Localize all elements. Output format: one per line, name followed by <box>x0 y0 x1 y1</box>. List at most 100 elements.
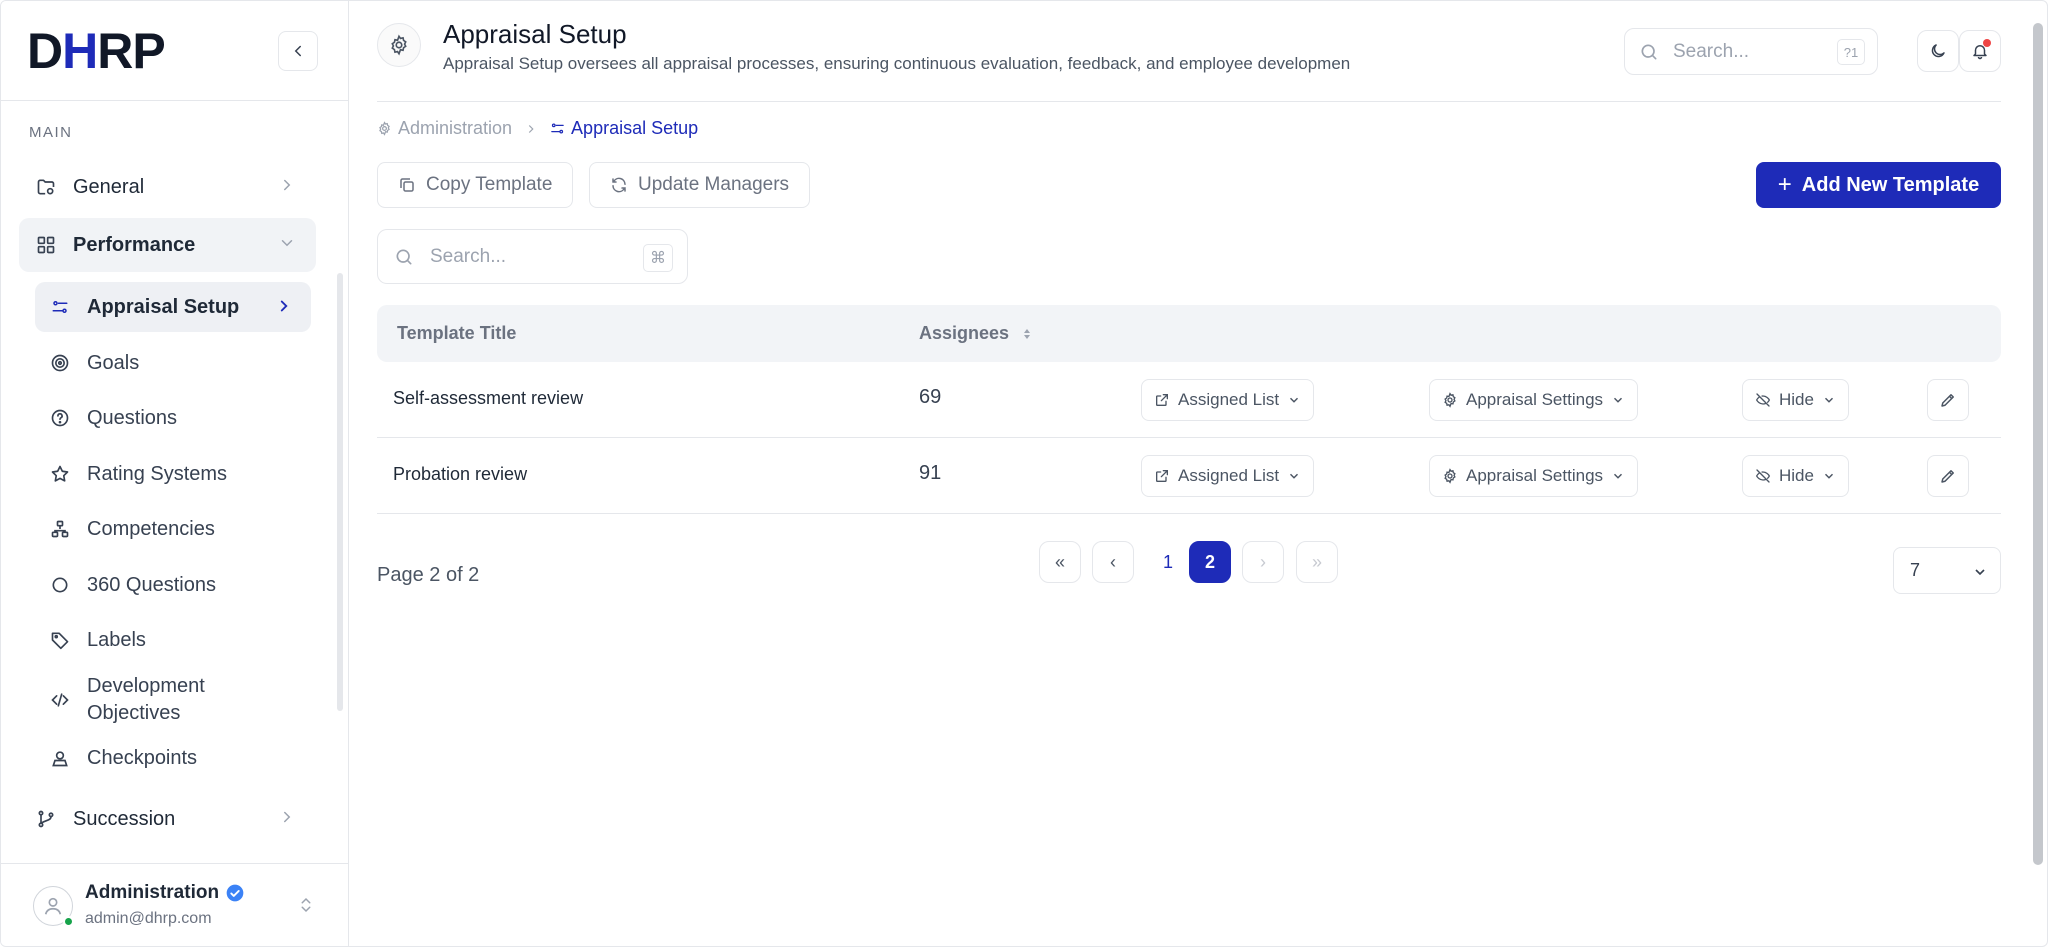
sidebar-item-goals[interactable]: Goals <box>35 338 311 388</box>
sidebar-item-succession[interactable]: Succession <box>19 792 316 846</box>
eye-off-icon <box>1755 469 1771 483</box>
sidebar: DHRP MAIN General Performance Appraisal … <box>1 1 349 946</box>
network-icon <box>49 518 71 540</box>
help-circle-icon <box>49 407 71 429</box>
add-new-template-button[interactable]: + Add New Template <box>1756 162 2001 208</box>
edit-button[interactable] <box>1927 455 1969 497</box>
sidebar-item-general[interactable]: General <box>19 160 316 214</box>
sidebar-item-label: Appraisal Setup <box>87 295 240 318</box>
user-name: Administration <box>85 882 245 904</box>
edit-button[interactable] <box>1927 379 1969 421</box>
user-name-text: Administration <box>85 882 220 903</box>
sidebar-header: DHRP <box>1 1 348 101</box>
user-pin-icon <box>49 747 71 769</box>
settings-icon <box>377 23 421 67</box>
sidebar-scrollbar[interactable] <box>337 273 343 711</box>
update-managers-label: Update Managers <box>638 174 790 195</box>
assigned-list-dropdown[interactable]: Assigned List <box>1141 455 1315 497</box>
breadcrumb-item-current: Appraisal Setup <box>550 118 698 139</box>
chevron-right-icon <box>528 124 534 133</box>
page-size-value: 7 <box>1910 560 1921 580</box>
gear-icon <box>1444 392 1456 408</box>
table-header: Template Title Assignees <box>377 305 2001 362</box>
pagination-info: Page 2 of 2 <box>377 564 480 586</box>
page-1-button[interactable]: 1 <box>1147 541 1189 583</box>
template-title-cell: Self-assessment review <box>393 388 584 408</box>
sidebar-item-label-line2: Objectives <box>87 702 181 724</box>
next-page-button[interactable]: › <box>1242 541 1284 583</box>
brand-logo[interactable]: DHRP <box>27 23 166 79</box>
user-email: admin@dhrp.com <box>85 910 212 927</box>
chevrons-up-down-icon[interactable] <box>297 894 315 916</box>
theme-toggle-button[interactable] <box>1917 30 1959 72</box>
sidebar-item-360-questions[interactable]: 360 Questions <box>35 560 311 610</box>
last-page-button[interactable]: » <box>1296 541 1338 583</box>
appraisal-settings-dropdown[interactable]: Appraisal Settings <box>1429 379 1639 421</box>
copy-template-button[interactable]: Copy Template <box>377 162 574 208</box>
page-2-button[interactable]: 2 <box>1189 541 1231 583</box>
sidebar-item-label: Labels <box>87 628 146 651</box>
main-scrollbar[interactable] <box>2033 23 2043 865</box>
sidebar-item-appraisal-setup[interactable]: Appraisal Setup <box>35 282 311 332</box>
collapse-sidebar-button[interactable] <box>278 31 318 71</box>
chevron-down-icon <box>1614 397 1623 403</box>
update-managers-button[interactable]: Update Managers <box>589 162 811 208</box>
sidebar-item-label: Performance <box>73 233 196 256</box>
appraisal-settings-label: Appraisal Settings <box>1466 466 1604 485</box>
table-search-input[interactable]: Search... ⌘ <box>377 229 688 284</box>
sidebar-item-performance[interactable]: Performance <box>19 218 316 272</box>
visibility-dropdown[interactable]: Hide <box>1742 379 1849 421</box>
sidebar-item-labels[interactable]: Labels <box>35 615 311 665</box>
sidebar-item-competencies[interactable]: Competencies <box>35 504 311 554</box>
appraisal-settings-dropdown[interactable]: Appraisal Settings <box>1429 455 1639 497</box>
tag-icon <box>49 629 71 651</box>
column-header-label: Assignees <box>919 323 1010 343</box>
table-row: Probation review 91 Assigned List Apprai… <box>377 438 2001 514</box>
assigned-list-dropdown[interactable]: Assigned List <box>1141 379 1315 421</box>
first-page-button[interactable]: « <box>1039 541 1081 583</box>
sidebar-item-label: Development Objectives <box>87 673 205 727</box>
logo-letter-d: D <box>27 23 63 79</box>
pencil-icon <box>1941 394 1954 407</box>
notifications-button[interactable] <box>1959 30 2001 72</box>
refresh-icon <box>612 177 626 193</box>
chevron-down-icon <box>1290 397 1299 403</box>
visibility-label: Hide <box>1779 466 1814 485</box>
pencil-icon <box>1941 470 1954 483</box>
search-icon <box>1641 44 1657 60</box>
logo-letter-h: H <box>62 23 98 79</box>
breadcrumb-item-administration[interactable]: Administration <box>377 118 512 139</box>
sidebar-item-label: Rating Systems <box>87 462 228 485</box>
search-placeholder: Search... <box>430 245 507 267</box>
sliders-icon <box>551 123 564 134</box>
chevron-down-icon <box>1290 473 1299 479</box>
chevron-right-icon <box>284 811 291 823</box>
code-icon <box>49 689 71 711</box>
page-header: Appraisal Setup Appraisal Setup oversees… <box>377 1 2001 102</box>
chevron-down-icon <box>281 240 293 247</box>
chevron-down-icon <box>1824 397 1833 403</box>
verified-badge-icon <box>226 884 244 902</box>
add-template-label: Add New Template <box>1801 173 1980 196</box>
grid-icon <box>35 234 57 256</box>
column-header-template-title: Template Title <box>397 323 517 343</box>
assignees-count-cell: 69 <box>919 386 942 408</box>
copy-icon <box>400 178 414 192</box>
page-size-select[interactable]: 7 <box>1893 547 2001 594</box>
git-branch-icon <box>35 808 57 830</box>
previous-page-button[interactable]: ‹ <box>1092 541 1134 583</box>
assignees-count-cell: 91 <box>919 462 942 484</box>
sidebar-item-checkpoints[interactable]: Checkpoints <box>35 733 311 783</box>
user-profile[interactable]: Administration admin@dhrp.com <box>1 863 348 946</box>
moon-icon <box>1931 44 1945 58</box>
visibility-dropdown[interactable]: Hide <box>1742 455 1849 497</box>
sidebar-item-development-objectives[interactable]: Development Objectives <box>35 669 311 731</box>
plus-icon: + <box>1777 171 1792 198</box>
column-header-assignees[interactable]: Assignees <box>919 323 1032 344</box>
sidebar-item-label: Checkpoints <box>87 746 198 769</box>
global-search-input[interactable]: Search... ?1 <box>1624 28 1878 75</box>
sidebar-item-label: Competencies <box>87 517 215 540</box>
sidebar-item-questions[interactable]: Questions <box>35 393 311 443</box>
chevron-down-icon <box>1975 569 1985 576</box>
sidebar-item-rating-systems[interactable]: Rating Systems <box>35 449 311 499</box>
